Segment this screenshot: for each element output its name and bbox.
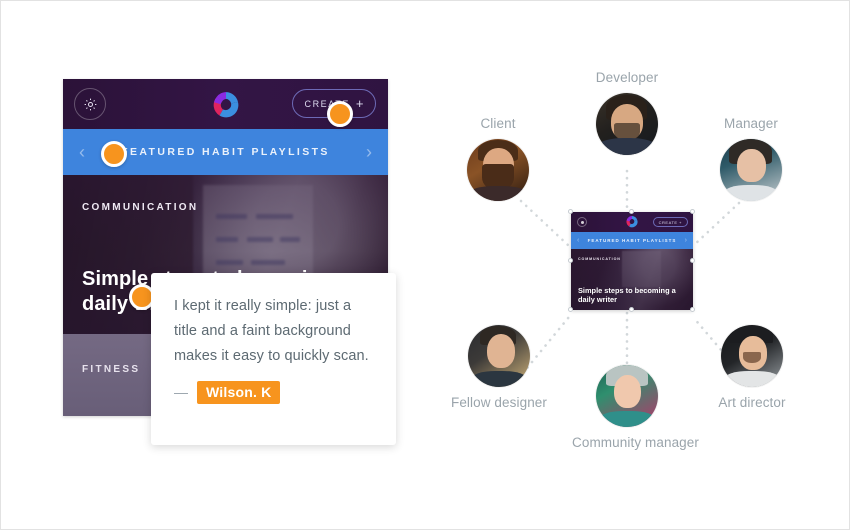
selection-handle-top-left[interactable] [568, 209, 573, 214]
plus-icon: + [355, 96, 364, 111]
quote-attribution: — Wilson. K [174, 380, 373, 404]
mini-gear-icon [577, 217, 587, 227]
mini-hero: COMMUNICATION Simple steps to becoming a… [571, 249, 693, 310]
mini-chevron-left-icon: ‹ [577, 237, 580, 244]
cursor-dot-featured [101, 141, 127, 167]
selection-handle-bottom-center[interactable] [629, 307, 634, 312]
mini-app-preview-card[interactable]: CREATE + ‹ FEATURED HABIT PLAYLISTS › CO… [571, 212, 693, 310]
avatar-fellow-designer[interactable] [468, 325, 530, 387]
avatar-community-manager[interactable] [596, 365, 658, 427]
avatar-developer[interactable] [596, 93, 658, 155]
featured-banner-label: FEATURED HABIT PLAYLISTS [121, 146, 330, 158]
mini-photo-whiteboard [622, 251, 662, 287]
node-label-client: Client [480, 116, 516, 131]
mini-hero-title: Simple steps to becoming a daily writer [578, 285, 676, 305]
avatar-art-director[interactable] [721, 325, 783, 387]
network-node-art-director[interactable]: Art director [697, 325, 807, 410]
mini-featured-label: FEATURED HABIT PLAYLISTS [587, 238, 677, 243]
mini-hero-category: COMMUNICATION [578, 257, 621, 261]
stakeholder-network: Developer Client Manager Fellow designer… [431, 61, 841, 461]
app-logo-ring-icon [211, 90, 240, 119]
gear-icon[interactable] [74, 88, 106, 120]
chevron-right-icon[interactable]: › [366, 143, 372, 161]
cursor-dot-create [327, 101, 353, 127]
node-label-community-manager: Community manager [572, 435, 699, 450]
selection-handle-bottom-right[interactable] [690, 307, 695, 312]
mini-topbar: CREATE + [571, 212, 693, 232]
chevron-left-icon[interactable]: ‹ [79, 143, 85, 161]
selection-handle-top-right[interactable] [690, 209, 695, 214]
network-node-manager[interactable]: Manager [696, 116, 806, 201]
network-node-client[interactable]: Client [443, 116, 553, 201]
hero-category-label: COMMUNICATION [82, 202, 199, 213]
node-label-art-director: Art director [718, 395, 786, 410]
selection-handle-top-center[interactable] [629, 209, 634, 214]
avatar-client[interactable] [467, 139, 529, 201]
network-node-fellow-designer[interactable]: Fellow designer [444, 325, 554, 410]
network-node-community-manager[interactable]: Community manager [572, 365, 699, 450]
selection-handle-mid-left[interactable] [568, 258, 573, 263]
mini-logo-ring-icon [626, 215, 639, 228]
node-label-fellow-designer: Fellow designer [450, 395, 548, 410]
selection-handle-mid-right[interactable] [690, 258, 695, 263]
node-label-developer: Developer [595, 70, 659, 85]
page-root: CREATE + ‹ FEATURED HABIT PLAYLISTS › CO… [0, 0, 850, 530]
mini-chevron-right-icon: › [684, 237, 687, 244]
quote-author-badge: Wilson. K [197, 380, 281, 404]
fitness-category-label: FITNESS [82, 364, 141, 375]
network-node-developer[interactable]: Developer [572, 70, 682, 155]
mini-create-button[interactable]: CREATE + [652, 217, 688, 227]
node-label-manager: Manager [724, 116, 778, 131]
quote-dash: — [174, 384, 188, 401]
feedback-quote-card: I kept it really simple: just a title an… [151, 273, 396, 445]
selection-handle-bottom-left[interactable] [568, 307, 573, 312]
mini-featured-banner: ‹ FEATURED HABIT PLAYLISTS › [571, 232, 693, 249]
avatar-manager[interactable] [720, 139, 782, 201]
mini-create-label: CREATE + [658, 219, 682, 225]
quote-text: I kept it really simple: just a title an… [174, 298, 369, 364]
